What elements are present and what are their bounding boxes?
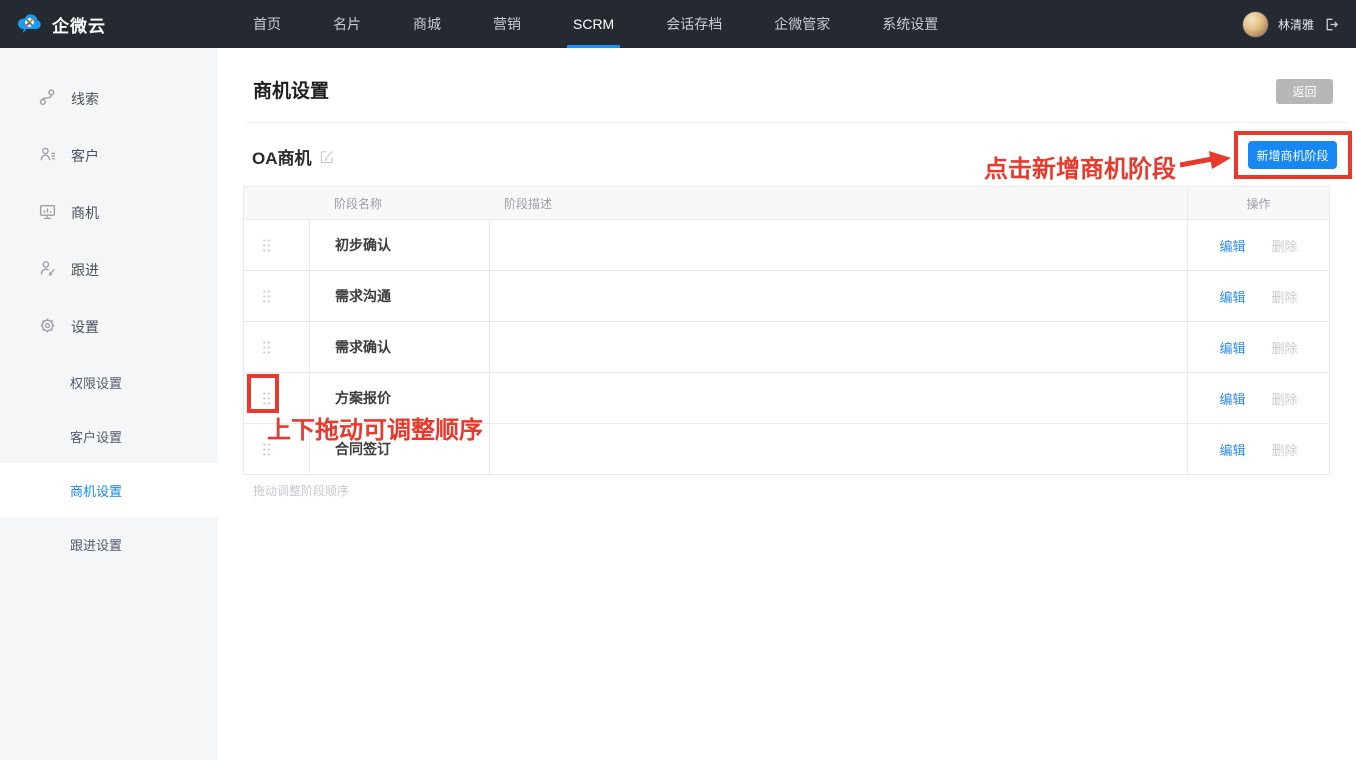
table-row: 方案报价 编辑 删除 xyxy=(244,372,1329,423)
stage-name: 需求沟通 xyxy=(309,271,489,321)
user-area: 林清雅 xyxy=(1242,11,1356,38)
nav-item-marketing[interactable]: 营销 xyxy=(493,0,521,48)
sidebar: 线索 客户 商机 跟进 xyxy=(0,48,218,760)
stage-desc xyxy=(489,424,1187,474)
settings-icon xyxy=(38,316,57,338)
table-row: 需求沟通 编辑 删除 xyxy=(244,270,1329,321)
nav-item-system-settings[interactable]: 系统设置 xyxy=(882,0,938,48)
top-navbar: 企微云 首页 名片 商城 营销 SCRM 会话存档 企微管家 系统设置 林清雅 xyxy=(0,0,1356,48)
delete-link[interactable]: 删除 xyxy=(1272,287,1298,306)
nav-item-mall[interactable]: 商城 xyxy=(413,0,441,48)
delete-link[interactable]: 删除 xyxy=(1272,440,1298,459)
page-title: 商机设置 xyxy=(253,76,329,103)
sidebar-item-settings[interactable]: 设置 xyxy=(0,298,218,355)
main-content: 商机设置 返回 OA商机 新增商机阶段 阶段名称 阶段描述 操作 初步确认 编辑 xyxy=(218,48,1356,760)
action-cell: 编辑 删除 xyxy=(1187,220,1329,270)
edit-link[interactable]: 编辑 xyxy=(1219,440,1245,459)
stage-desc xyxy=(489,220,1187,270)
nav-item-chat-archive[interactable]: 会话存档 xyxy=(666,0,722,48)
drag-order-hint: 拖动调整阶段顺序 xyxy=(253,482,349,499)
back-button[interactable]: 返回 xyxy=(1276,79,1333,104)
stage-name: 方案报价 xyxy=(309,373,489,423)
stage-name: 初步确认 xyxy=(309,220,489,270)
delete-link[interactable]: 删除 xyxy=(1272,389,1298,408)
main-nav: 首页 名片 商城 营销 SCRM 会话存档 企微管家 系统设置 xyxy=(218,0,938,48)
cloud-logo-icon xyxy=(16,10,44,39)
nav-item-scrm[interactable]: SCRM xyxy=(573,0,614,48)
sidebar-item-label: 跟进 xyxy=(71,260,99,280)
edit-link[interactable]: 编辑 xyxy=(1219,338,1245,357)
edit-link[interactable]: 编辑 xyxy=(1219,389,1245,408)
delete-link[interactable]: 删除 xyxy=(1272,338,1298,357)
stage-table: 阶段名称 阶段描述 操作 初步确认 编辑 删除 需求沟通 编辑 删除 xyxy=(243,186,1330,475)
user-name: 林清雅 xyxy=(1278,16,1314,33)
sidebar-item-label: 线索 xyxy=(71,89,99,109)
sidebar-item-label: 设置 xyxy=(71,317,99,337)
drag-handle-cell xyxy=(244,424,309,474)
edit-link[interactable]: 编辑 xyxy=(1219,287,1245,306)
logout-icon[interactable] xyxy=(1323,16,1340,33)
action-cell: 编辑 删除 xyxy=(1187,424,1329,474)
brand-logo: 企微云 xyxy=(0,10,218,39)
edit-pencil-icon[interactable] xyxy=(320,149,335,164)
sidebar-subitem-followup-settings[interactable]: 跟进设置 xyxy=(0,517,218,571)
action-cell: 编辑 删除 xyxy=(1187,322,1329,372)
nav-item-wework-butler[interactable]: 企微管家 xyxy=(774,0,830,48)
drag-handle-icon[interactable] xyxy=(262,340,271,355)
stage-desc xyxy=(489,271,1187,321)
stage-name: 合同签订 xyxy=(309,424,489,474)
sidebar-item-customers[interactable]: 客户 xyxy=(0,127,218,184)
table-row: 初步确认 编辑 删除 xyxy=(244,219,1329,270)
title-divider xyxy=(246,122,1348,123)
sidebar-item-label: 商机 xyxy=(71,203,99,223)
delete-link[interactable]: 删除 xyxy=(1272,236,1298,255)
column-header-stage-desc: 阶段描述 xyxy=(489,195,1187,212)
sidebar-item-clues[interactable]: 线索 xyxy=(0,70,218,127)
drag-handle-icon[interactable] xyxy=(262,391,271,406)
annotation-text-add-stage: 点击新增商机阶段 xyxy=(918,149,1176,184)
sidebar-item-followups[interactable]: 跟进 xyxy=(0,241,218,298)
opportunity-icon xyxy=(38,202,57,224)
sidebar-item-label: 客户 xyxy=(71,146,99,166)
stage-desc xyxy=(489,322,1187,372)
opportunity-group-name: OA商机 xyxy=(252,144,312,169)
customer-icon xyxy=(38,145,57,167)
sidebar-item-opportunities[interactable]: 商机 xyxy=(0,184,218,241)
nav-item-home[interactable]: 首页 xyxy=(253,0,281,48)
column-header-action: 操作 xyxy=(1187,187,1329,219)
stage-desc xyxy=(489,373,1187,423)
table-row: 合同签订 编辑 删除 xyxy=(244,423,1329,474)
table-header: 阶段名称 阶段描述 操作 xyxy=(244,187,1329,219)
drag-handle-icon[interactable] xyxy=(262,442,271,457)
drag-handle-cell xyxy=(244,220,309,270)
avatar[interactable] xyxy=(1242,11,1269,38)
sidebar-subitem-customer-settings[interactable]: 客户设置 xyxy=(0,409,218,463)
nav-item-scrm-label: SCRM xyxy=(573,16,614,32)
drag-handle-cell xyxy=(244,373,309,423)
add-stage-button[interactable]: 新增商机阶段 xyxy=(1248,141,1337,169)
drag-handle-icon[interactable] xyxy=(262,238,271,253)
table-row: 需求确认 编辑 删除 xyxy=(244,321,1329,372)
action-cell: 编辑 删除 xyxy=(1187,373,1329,423)
nav-item-cards[interactable]: 名片 xyxy=(333,0,361,48)
drag-handle-cell xyxy=(244,322,309,372)
sidebar-subitem-opportunity-settings[interactable]: 商机设置 xyxy=(0,463,218,517)
edit-link[interactable]: 编辑 xyxy=(1219,236,1245,255)
drag-handle-cell xyxy=(244,271,309,321)
drag-handle-icon[interactable] xyxy=(262,289,271,304)
brand-name: 企微云 xyxy=(52,12,106,37)
action-cell: 编辑 删除 xyxy=(1187,271,1329,321)
annotation-arrow-icon xyxy=(1180,150,1232,177)
active-tab-underline xyxy=(567,45,620,48)
column-header-stage-name: 阶段名称 xyxy=(309,195,489,212)
opportunity-group-row: OA商机 xyxy=(252,144,335,169)
follow-icon xyxy=(38,259,57,281)
clue-icon xyxy=(38,88,57,110)
stage-name: 需求确认 xyxy=(309,322,489,372)
sidebar-subitem-permission-settings[interactable]: 权限设置 xyxy=(0,355,218,409)
